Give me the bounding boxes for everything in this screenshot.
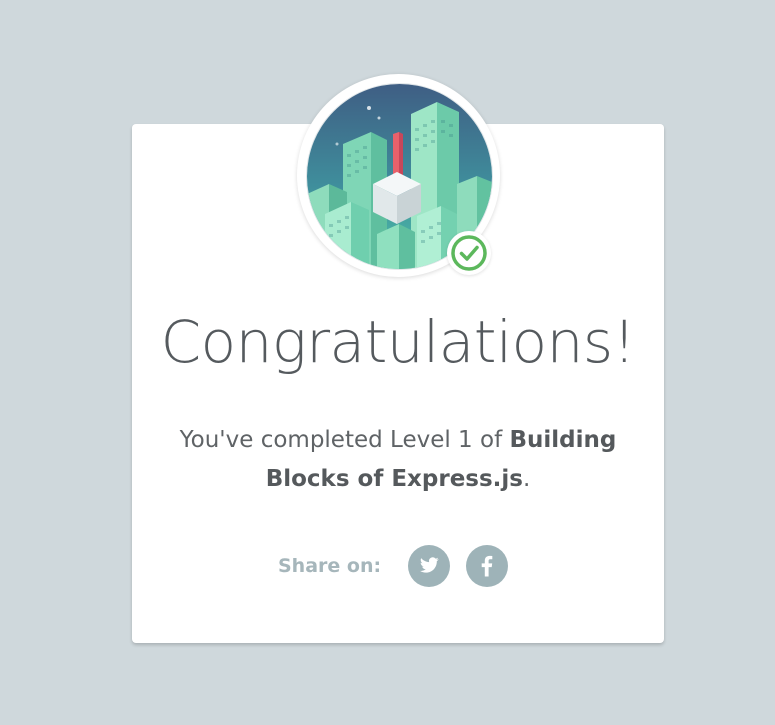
facebook-share-button[interactable] [466, 545, 508, 587]
facebook-icon [481, 555, 493, 577]
share-label: Share on: [278, 555, 382, 577]
completion-message: You've completed Level 1 of Building Blo… [162, 421, 634, 499]
congratulations-title: Congratulations! [160, 308, 636, 376]
twitter-share-button[interactable] [408, 545, 450, 587]
check-circle-icon [451, 235, 487, 271]
message-prefix: You've completed Level 1 of [179, 427, 510, 453]
level-badge [297, 74, 500, 277]
share-row: Share on: [132, 545, 664, 587]
message-suffix: . [523, 466, 531, 492]
completed-check-badge [447, 231, 491, 275]
twitter-icon [420, 557, 439, 573]
